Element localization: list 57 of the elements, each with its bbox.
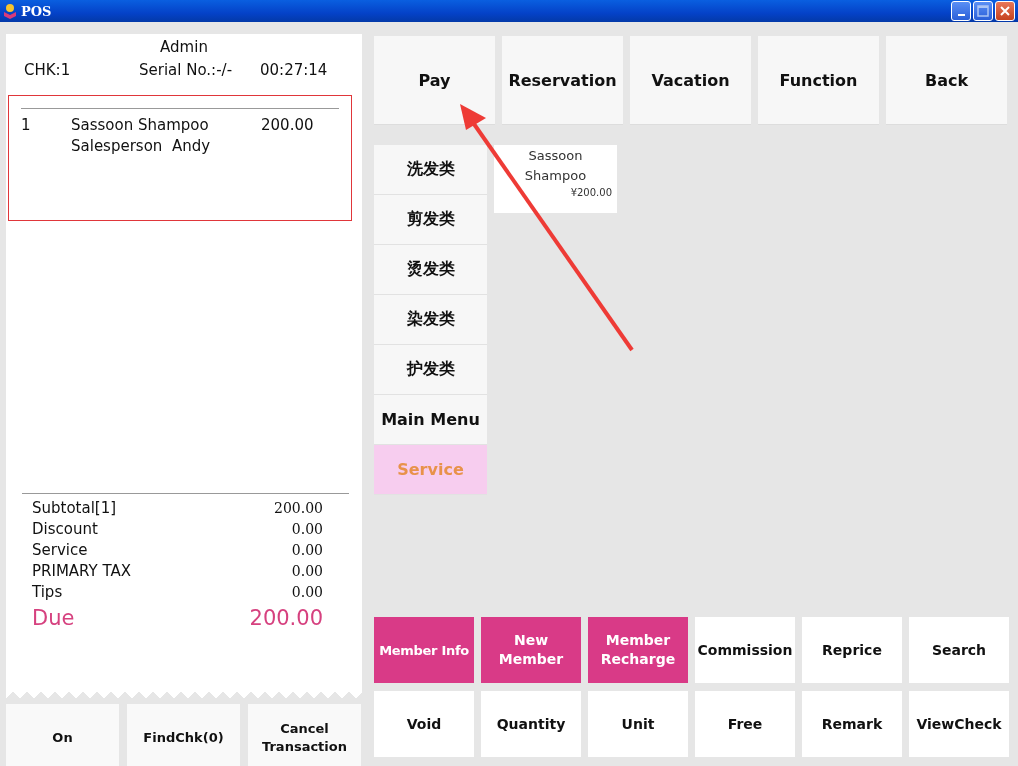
action-button[interactable]: Quantity (481, 691, 581, 757)
total-value: 0.00 (291, 562, 323, 581)
due-label: Due (32, 605, 75, 632)
action-button[interactable]: Member Info (374, 617, 474, 683)
elapsed-time: 00:27:14 (260, 60, 328, 81)
app-icon (3, 3, 17, 19)
receipt-action-button[interactable]: FindChk(0) (127, 704, 240, 766)
total-label: PRIMARY TAX (32, 561, 132, 582)
product-name: Sassoon Shampoo (523, 147, 588, 185)
operator-name: Admin (159, 37, 209, 58)
minimize-button[interactable] (951, 1, 971, 21)
action-button[interactable]: Void (374, 691, 474, 757)
action-button[interactable]: Remark (802, 691, 902, 757)
category-button[interactable]: Main Menu (374, 395, 487, 445)
total-label: Service (32, 540, 88, 561)
total-value: 200.00 (274, 499, 323, 518)
action-button[interactable]: New Member (481, 617, 581, 683)
category-button[interactable]: 烫发类 (374, 245, 487, 295)
total-label: Tips (32, 582, 63, 603)
item-index: 1 (21, 115, 32, 136)
action-button[interactable]: Free (695, 691, 795, 757)
category-button[interactable]: 剪发类 (374, 195, 487, 245)
close-icon (999, 5, 1011, 17)
total-label: Discount (32, 519, 98, 540)
window-title: POS (21, 3, 52, 19)
category-button[interactable]: 护发类 (374, 345, 487, 395)
category-button[interactable]: 洗发类 (374, 145, 487, 195)
function-button[interactable]: Function (758, 36, 879, 125)
action-button[interactable]: Commission (695, 617, 795, 683)
maximize-icon (977, 5, 989, 17)
category-button[interactable]: 染发类 (374, 295, 487, 345)
maximize-button[interactable] (973, 1, 993, 21)
product-tile[interactable]: Sassoon Shampoo ¥200.00 (494, 145, 617, 213)
function-button[interactable]: Reservation (502, 36, 623, 125)
total-value: 0.00 (291, 583, 323, 602)
minimize-icon (957, 14, 965, 16)
total-label: Subtotal[1] (32, 498, 117, 519)
close-button[interactable] (995, 1, 1015, 21)
item-name: Sassoon Shampoo (71, 115, 210, 136)
action-button[interactable]: Member Recharge (588, 617, 688, 683)
total-value: 0.00 (291, 541, 323, 560)
action-button[interactable]: Search (909, 617, 1009, 683)
product-price: ¥200.00 (570, 186, 613, 200)
item-price: 200.00 (261, 115, 315, 136)
due-amount: 200.00 (249, 605, 323, 632)
receipt-action-button[interactable]: On (6, 704, 119, 766)
salesperson-label: Salesperson Andy (71, 136, 212, 157)
function-button[interactable]: Pay (374, 36, 495, 125)
function-button[interactable]: Vacation (630, 36, 751, 125)
total-value: 0.00 (291, 520, 323, 539)
serial-number: Serial No.:-/- (139, 60, 234, 81)
action-button[interactable]: ViewCheck (909, 691, 1009, 757)
function-button[interactable]: Back (886, 36, 1007, 125)
check-number: CHK:1 (24, 60, 72, 81)
action-button[interactable]: Unit (588, 691, 688, 757)
action-button[interactable]: Reprice (802, 617, 902, 683)
receipt-action-button[interactable]: Cancel Transaction (248, 704, 361, 766)
